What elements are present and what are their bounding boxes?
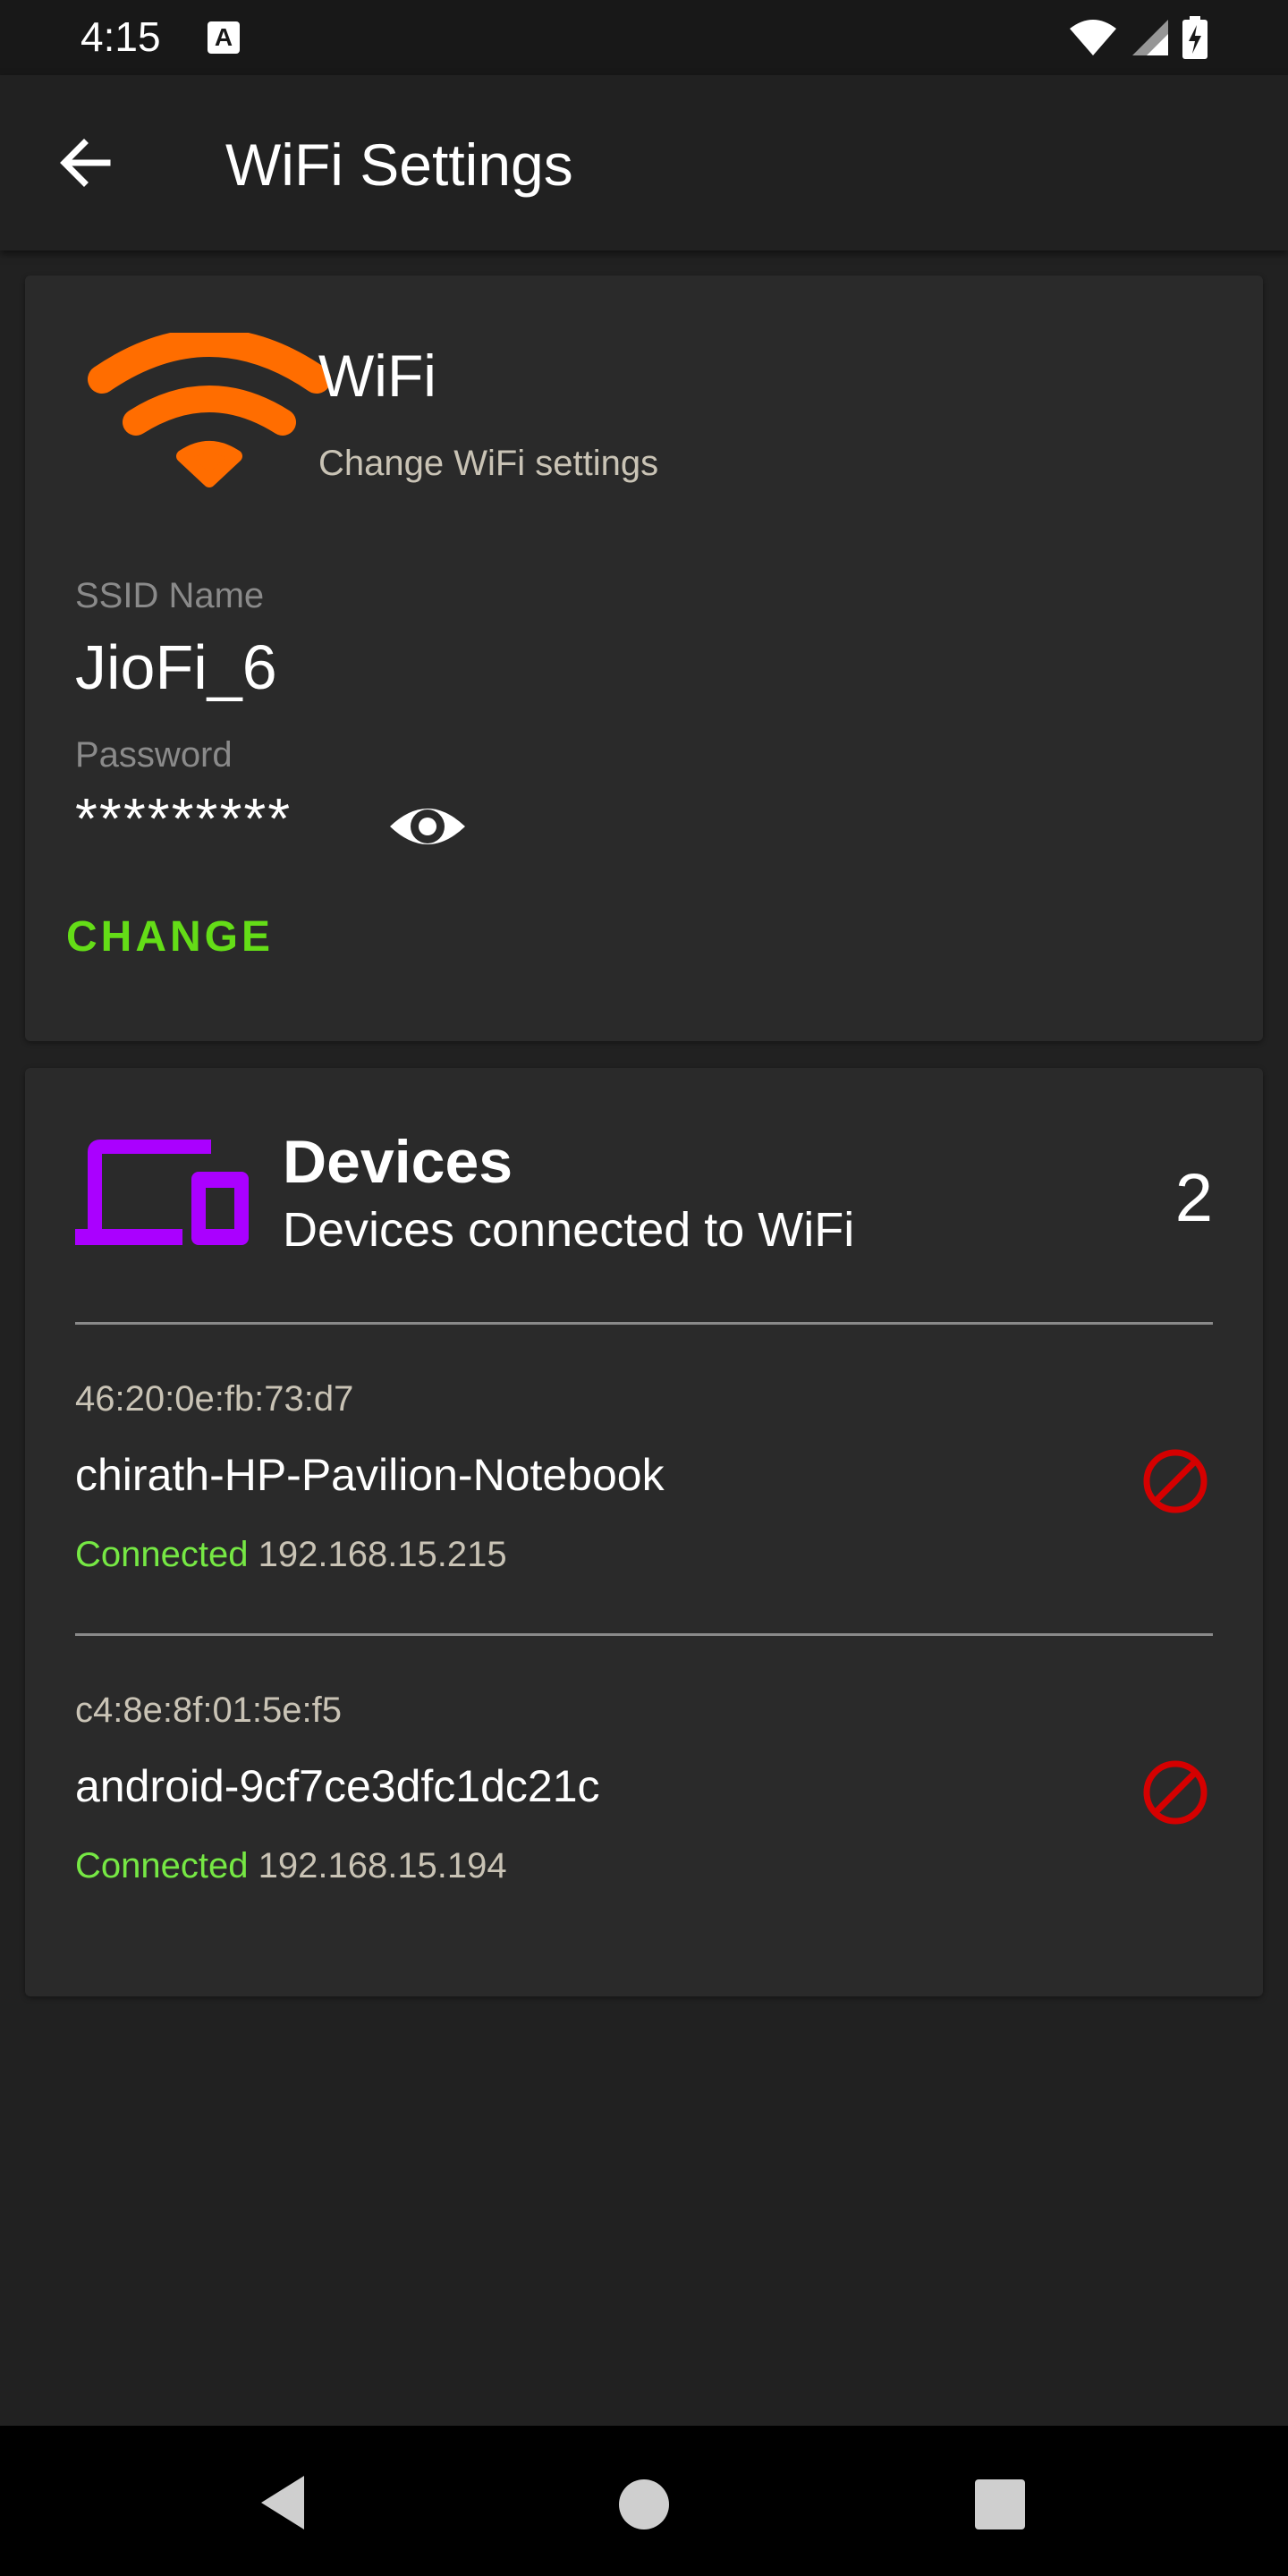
password-label: Password (75, 735, 233, 775)
divider (75, 1322, 1213, 1325)
battery-charging-icon (1182, 16, 1208, 59)
device-status-line: Connected 192.168.15.194 (75, 1846, 507, 1886)
block-icon[interactable] (1138, 1755, 1213, 1830)
device-name: chirath-HP-Pavilion-Notebook (75, 1450, 665, 1500)
list-item[interactable]: c4:8e:8f:01:5e:f5 android-9cf7ce3dfc1dc2… (75, 1690, 1213, 1950)
ssid-value: JioFi_6 (75, 632, 277, 702)
device-mac: 46:20:0e:fb:73:d7 (75, 1379, 354, 1419)
notification-a-icon: A (208, 21, 240, 54)
eye-icon[interactable] (383, 782, 472, 871)
devices-card-title: Devices (283, 1128, 513, 1196)
wifi-icon (1070, 20, 1116, 55)
device-mac: c4:8e:8f:01:5e:f5 (75, 1690, 343, 1730)
navigation-bar (0, 2426, 1288, 2576)
change-button[interactable]: CHANGE (66, 912, 274, 962)
app-bar: WiFi Settings (0, 75, 1288, 250)
device-status-line: Connected 192.168.15.215 (75, 1535, 507, 1575)
password-value: ********* (75, 786, 292, 851)
device-name: android-9cf7ce3dfc1dc21c (75, 1761, 600, 1811)
nav-recents-icon[interactable] (975, 2479, 1025, 2529)
devices-card: Devices Devices connected to WiFi 2 46:2… (25, 1068, 1263, 1996)
wifi-card: WiFi Change WiFi settings SSID Name JioF… (25, 275, 1263, 1041)
signal-icon (1132, 20, 1168, 55)
list-item[interactable]: 46:20:0e:fb:73:d7 chirath-HP-Pavilion-No… (75, 1379, 1213, 1639)
divider (75, 1633, 1213, 1636)
nav-home-icon[interactable] (619, 2479, 669, 2529)
back-arrow-icon[interactable] (54, 131, 118, 195)
nav-back-icon[interactable] (252, 2470, 317, 2535)
ssid-label: SSID Name (75, 576, 265, 615)
block-icon[interactable] (1138, 1444, 1213, 1519)
devices-card-subtitle: Devices connected to WiFi (283, 1203, 855, 1257)
device-ip: 192.168.15.215 (258, 1535, 507, 1574)
status-icons (1068, 16, 1208, 59)
wifi-card-title: WiFi (318, 343, 436, 409)
page-title: WiFi Settings (225, 131, 573, 198)
devices-icon (75, 1140, 249, 1245)
devices-count: 2 (1174, 1160, 1213, 1236)
status-time: 4:15 (80, 13, 161, 60)
wifi-card-subtitle: Change WiFi settings (318, 444, 659, 483)
wifi-icon (88, 333, 331, 487)
device-status: Connected (75, 1846, 249, 1885)
device-status: Connected (75, 1535, 249, 1574)
device-ip: 192.168.15.194 (258, 1846, 507, 1885)
status-bar: 4:15 A (0, 0, 1288, 75)
